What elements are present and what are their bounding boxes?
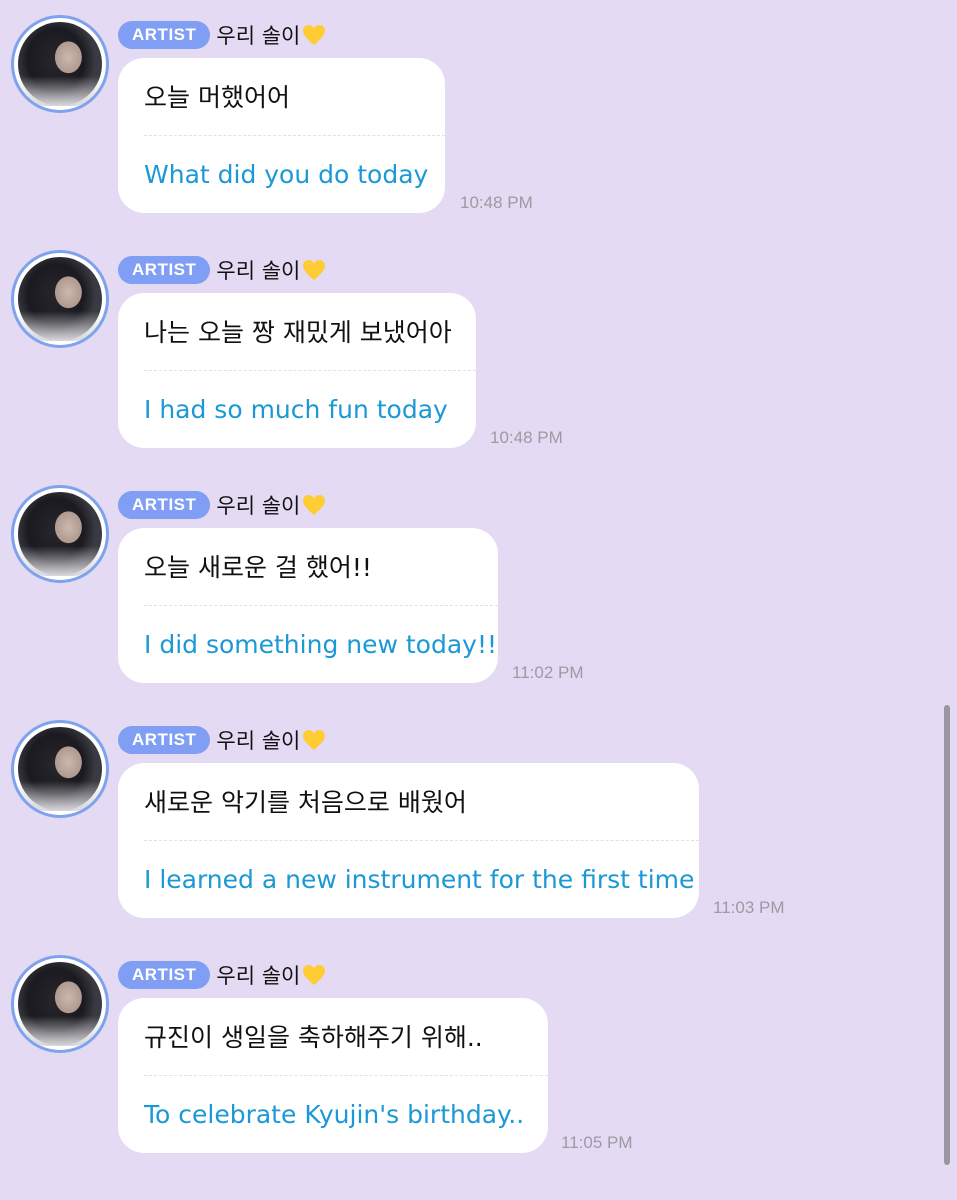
profile-photo <box>18 727 102 811</box>
message-bubble[interactable]: 규진이 생일을 축하해주기 위해.. To celebrate Kyujin's… <box>118 998 548 1153</box>
artist-badge: ARTIST <box>118 491 211 519</box>
message-header: ARTIST 우리 솔이 <box>118 491 326 519</box>
translation-text: I learned a new instrument for the first… <box>144 865 695 894</box>
translation-divider <box>144 605 498 606</box>
translation-divider <box>144 370 476 371</box>
yellow-heart-icon <box>303 965 326 985</box>
message-header: ARTIST 우리 솔이 <box>118 961 326 989</box>
message-text: 오늘 머했어어 <box>144 83 290 112</box>
message-text: 오늘 새로운 걸 했어!! <box>144 553 372 582</box>
message-text: 나는 오늘 짱 재밌게 보냈어아 <box>144 318 452 347</box>
sender-name[interactable]: 우리 솔이 <box>216 490 300 520</box>
chat-message: ARTIST 우리 솔이 오늘 머했어어 What did you do tod… <box>0 0 957 235</box>
profile-photo <box>18 22 102 106</box>
scrollbar[interactable] <box>944 705 950 1165</box>
translation-text: I had so much fun today <box>144 395 448 424</box>
sender-name[interactable]: 우리 솔이 <box>216 725 300 755</box>
artist-badge: ARTIST <box>118 256 211 284</box>
chat-message: ARTIST 우리 솔이 나는 오늘 짱 재밌게 보냈어아 I had so m… <box>0 235 957 470</box>
timestamp: 11:03 PM <box>713 898 785 917</box>
artist-badge: ARTIST <box>118 961 211 989</box>
chat-message: ARTIST 우리 솔이 규진이 생일을 축하해주기 위해.. To celeb… <box>0 940 957 1175</box>
sender-name[interactable]: 우리 솔이 <box>216 960 300 990</box>
message-bubble[interactable]: 나는 오늘 짱 재밌게 보냈어아 I had so much fun today <box>118 293 476 448</box>
yellow-heart-icon <box>303 495 326 515</box>
message-bubble[interactable]: 오늘 새로운 걸 했어!! I did something new today!… <box>118 528 498 683</box>
profile-photo <box>18 492 102 576</box>
message-bubble[interactable]: 새로운 악기를 처음으로 배웠어 I learned a new instrum… <box>118 763 699 918</box>
message-text: 규진이 생일을 축하해주기 위해.. <box>144 1023 483 1052</box>
avatar[interactable] <box>11 250 109 348</box>
translation-divider <box>144 135 445 136</box>
artist-badge: ARTIST <box>118 21 211 49</box>
yellow-heart-icon <box>303 25 326 45</box>
avatar[interactable] <box>11 485 109 583</box>
timestamp: 10:48 PM <box>460 193 533 212</box>
profile-photo <box>18 257 102 341</box>
avatar[interactable] <box>11 15 109 113</box>
chat-message: ARTIST 우리 솔이 오늘 새로운 걸 했어!! I did somethi… <box>0 470 957 705</box>
sender-name[interactable]: 우리 솔이 <box>216 255 300 285</box>
chat-message: ARTIST 우리 솔이 새로운 악기를 처음으로 배웠어 I learned … <box>0 705 957 940</box>
translation-text: I did something new today!! <box>144 630 498 659</box>
timestamp: 10:48 PM <box>490 428 563 447</box>
message-bubble[interactable]: 오늘 머했어어 What did you do today <box>118 58 445 213</box>
yellow-heart-icon <box>303 260 326 280</box>
profile-photo <box>18 962 102 1046</box>
translation-text: To celebrate Kyujin's birthday.. <box>144 1100 525 1129</box>
message-header: ARTIST 우리 솔이 <box>118 21 326 49</box>
avatar[interactable] <box>11 955 109 1053</box>
timestamp: 11:02 PM <box>512 663 584 682</box>
message-text: 새로운 악기를 처음으로 배웠어 <box>144 788 467 817</box>
message-header: ARTIST 우리 솔이 <box>118 256 326 284</box>
translation-text: What did you do today <box>144 160 429 189</box>
timestamp: 11:05 PM <box>561 1133 633 1152</box>
artist-badge: ARTIST <box>118 726 211 754</box>
translation-divider <box>144 840 699 841</box>
translation-divider <box>144 1075 548 1076</box>
yellow-heart-icon <box>303 730 326 750</box>
avatar[interactable] <box>11 720 109 818</box>
sender-name[interactable]: 우리 솔이 <box>216 20 300 50</box>
message-header: ARTIST 우리 솔이 <box>118 726 326 754</box>
